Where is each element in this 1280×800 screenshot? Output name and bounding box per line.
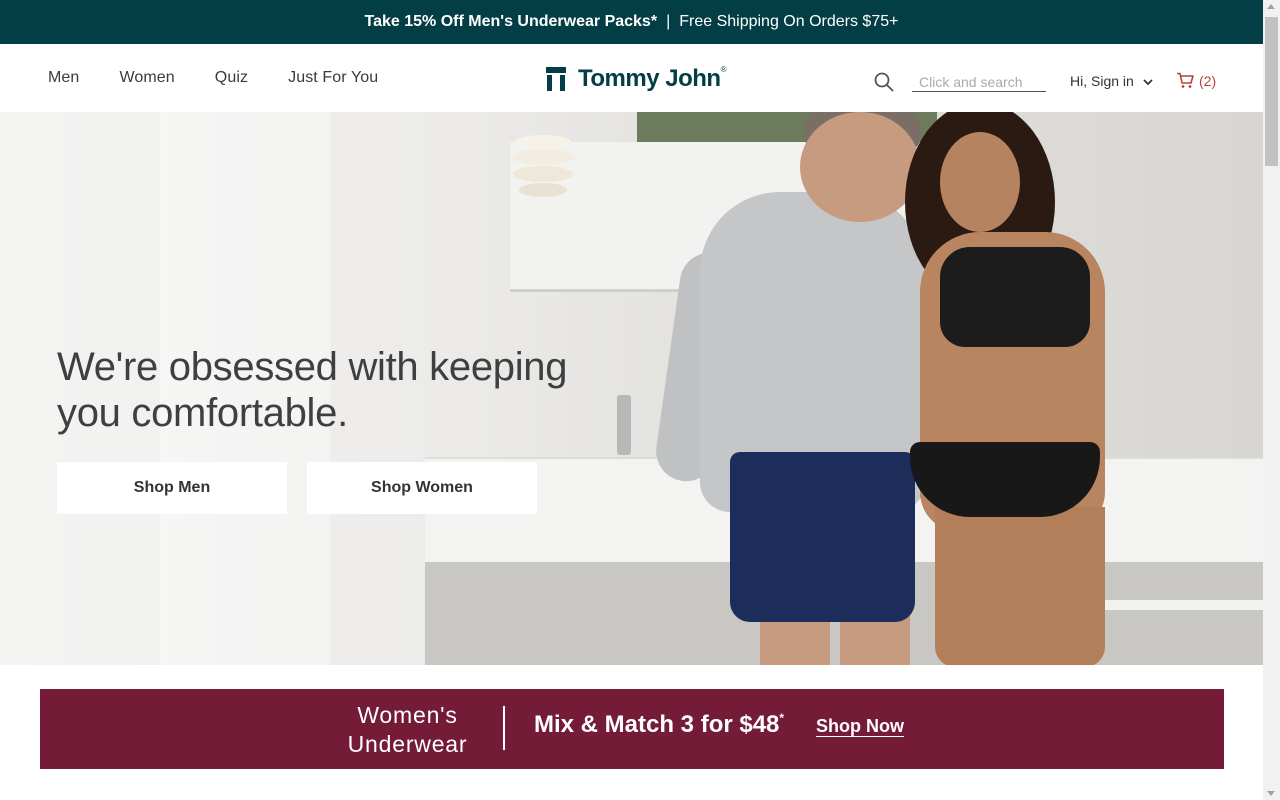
nav-item-quiz[interactable]: Quiz <box>215 69 248 87</box>
brand-name: Tommy John® <box>578 65 727 92</box>
nav-item-women[interactable]: Women <box>119 69 174 87</box>
hero-headline: We're obsessed with keeping you comforta… <box>57 345 568 435</box>
cart-count: (2) <box>1199 72 1217 89</box>
scroll-down-arrow-icon[interactable] <box>1267 791 1275 796</box>
hero-lamp <box>511 135 575 197</box>
shop-men-button[interactable]: Shop Men <box>57 462 287 514</box>
promo-offer-text: Take 15% Off Men's Underwear Packs* <box>364 13 658 30</box>
banner-offer: Mix & Match 3 for $48* <box>534 711 785 738</box>
hero-model-woman-brief <box>910 442 1100 517</box>
account-menu[interactable]: Hi, Sign in <box>1070 73 1154 89</box>
cart-button[interactable]: (2) <box>1176 72 1216 89</box>
nav-item-just-for-you[interactable]: Just For You <box>288 69 378 87</box>
scrollbar-thumb[interactable] <box>1265 17 1278 166</box>
banner-divider <box>503 706 505 750</box>
page-scrollbar[interactable] <box>1263 0 1280 800</box>
hero-faucet <box>617 395 631 455</box>
hero-model-man-head <box>800 112 920 222</box>
brand-logo[interactable]: Tommy John® <box>546 65 727 93</box>
search-input[interactable] <box>912 72 1046 92</box>
womens-promo-banner[interactable]: Women's Underwear Mix & Match 3 for $48*… <box>40 689 1224 769</box>
main-nav: Men Women Quiz Just For You <box>48 44 418 112</box>
shop-now-link[interactable]: Shop Now <box>816 716 904 737</box>
scroll-up-arrow-icon[interactable] <box>1267 4 1275 9</box>
nav-item-men[interactable]: Men <box>48 69 79 87</box>
cart-icon <box>1177 72 1194 88</box>
promo-bar[interactable]: Take 15% Off Men's Underwear Packs* | Fr… <box>0 0 1263 44</box>
search-icon[interactable] <box>874 72 894 92</box>
hero-section: We're obsessed with keeping you comforta… <box>0 112 1263 665</box>
chevron-down-icon <box>1142 75 1154 87</box>
hero-model-woman-face <box>940 132 1020 232</box>
banner-title: Women's Underwear <box>347 702 468 757</box>
signin-label: Hi, Sign in <box>1070 73 1134 89</box>
brand-logo-icon <box>546 67 566 91</box>
shop-women-button[interactable]: Shop Women <box>307 462 537 514</box>
promo-shipping-text: Free Shipping On Orders $75+ <box>679 13 899 30</box>
hero-model-woman-bralette <box>940 247 1090 347</box>
hero-model-woman-legs <box>935 507 1105 665</box>
hero-model-man-boxer-brief <box>730 452 915 622</box>
promo-separator: | <box>666 13 671 30</box>
site-header: Men Women Quiz Just For You Tommy John® … <box>0 44 1263 112</box>
